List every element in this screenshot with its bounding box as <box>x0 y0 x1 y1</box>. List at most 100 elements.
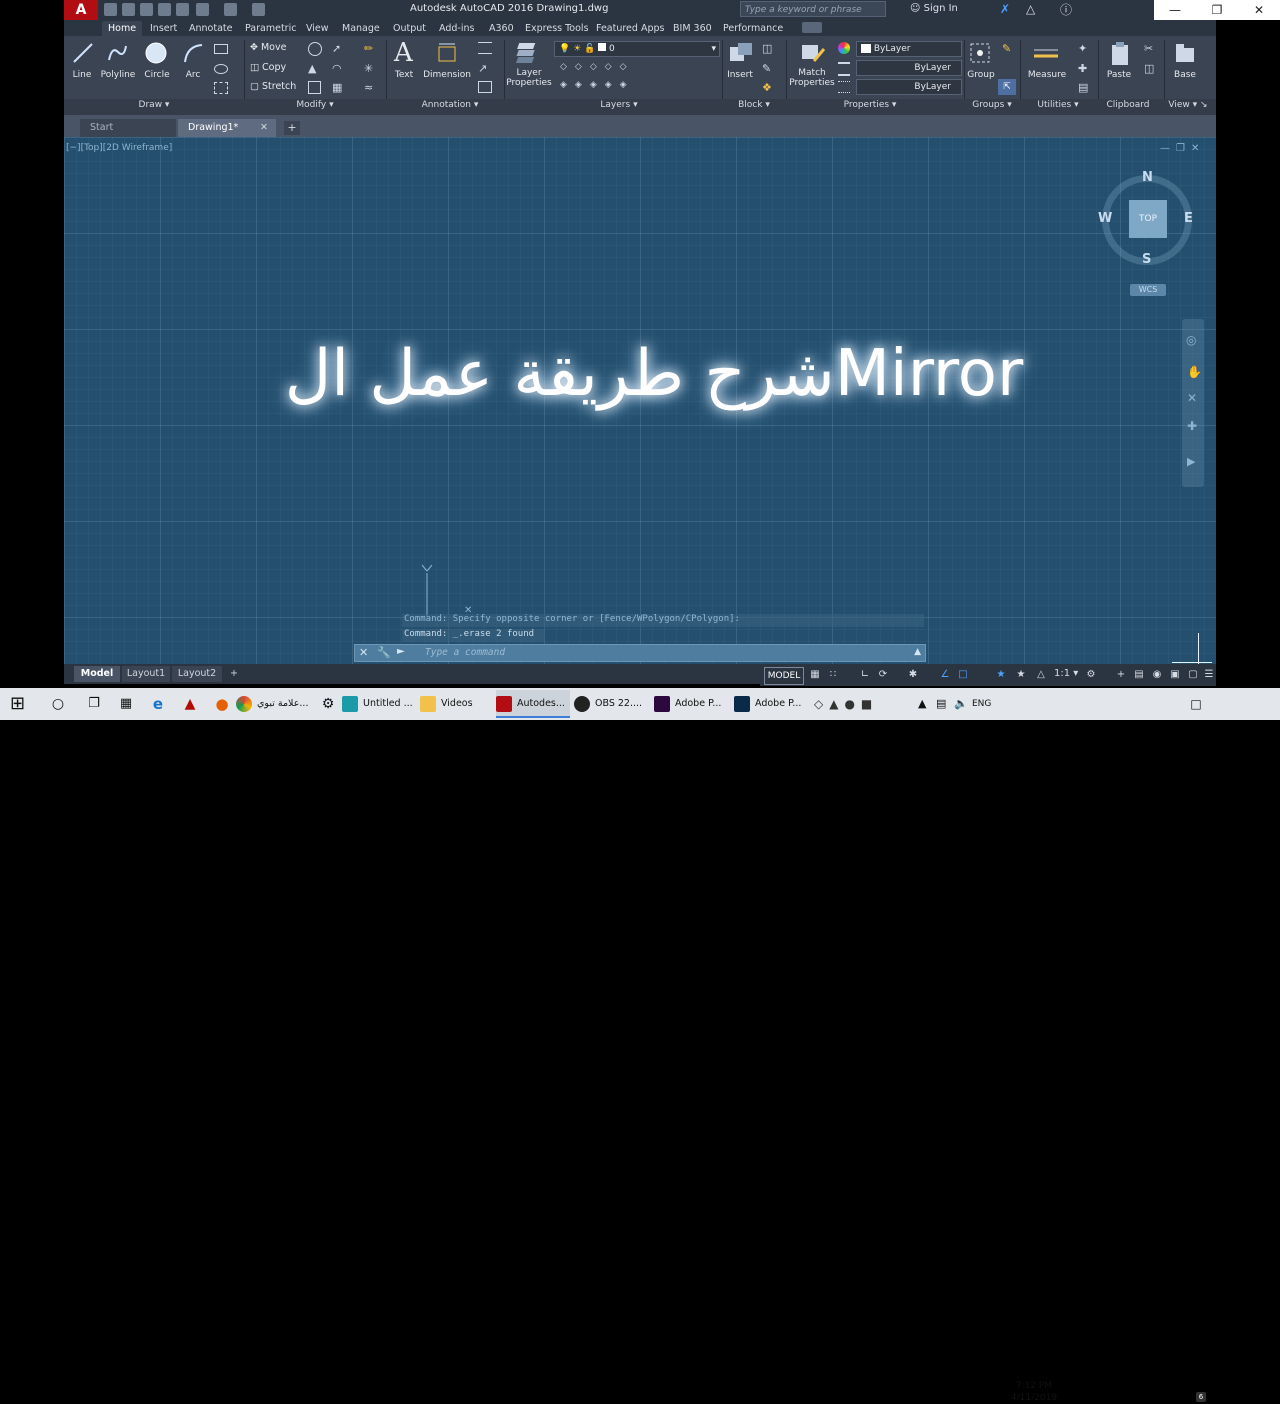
calculator-app-icon[interactable]: ▦ <box>112 690 140 718</box>
circle-button[interactable]: Circle <box>140 70 174 80</box>
explode-icon[interactable]: ✳ <box>364 62 373 75</box>
tab-add-ins[interactable]: Add-ins <box>439 21 474 36</box>
system-tray-icons[interactable]: ◇▲●■ <box>814 690 914 718</box>
command-history-toggle-icon[interactable]: ▲ <box>914 647 921 657</box>
viewport-controls[interactable]: [−][Top][2D Wireframe] <box>66 143 172 153</box>
cut-icon[interactable]: ✂ <box>1144 42 1153 55</box>
vp-restore-icon[interactable]: ❐ <box>1176 143 1191 154</box>
autocad-logo-button[interactable]: A <box>64 0 98 20</box>
command-prompt-icon[interactable]: ► <box>397 646 405 657</box>
redo-icon[interactable] <box>224 3 237 16</box>
annotation-scale-icon[interactable]: △ <box>1034 668 1048 682</box>
line-icon[interactable] <box>72 42 94 64</box>
command-close-icon[interactable]: ✕ <box>359 646 368 659</box>
settings-icon[interactable]: ⚙ <box>314 690 342 718</box>
taskbar-autocad[interactable]: Autodes... <box>496 690 570 718</box>
arc-icon[interactable] <box>182 42 204 64</box>
exchange-icon[interactable]: ✗ <box>1000 2 1010 16</box>
minimize-icon[interactable]: — <box>1154 1 1196 19</box>
help-icon[interactable]: ⓘ <box>1060 1 1072 18</box>
pan-icon[interactable]: ✋ <box>1187 365 1202 379</box>
taskbar-videos[interactable]: Videos <box>420 690 494 718</box>
tab-performance[interactable]: Performance <box>723 21 783 36</box>
command-input[interactable]: Type a command <box>425 647 505 658</box>
firefox-icon[interactable]: ● <box>208 690 236 718</box>
tab-annotate[interactable]: Annotate <box>189 21 232 36</box>
leader-icon[interactable]: ↗ <box>478 62 487 75</box>
erase-icon[interactable]: ✏ <box>364 42 373 55</box>
clock[interactable]: 7:12 PM 4/11/2019 <box>1002 1380 1066 1404</box>
tab-express-tools[interactable]: Express Tools <box>525 21 589 36</box>
auto-scale-icon[interactable]: ★ <box>1014 668 1028 682</box>
move-button[interactable]: ✥ Move <box>250 42 286 53</box>
mirror-icon[interactable]: ▲ <box>308 62 316 75</box>
acrobat-icon[interactable]: ▲ <box>176 690 204 718</box>
edit-block-icon[interactable]: ✎ <box>762 62 771 75</box>
orbit-icon[interactable]: ✚ <box>1187 419 1197 433</box>
taskbar-chrome[interactable]: علامة تبوي... <box>236 690 310 718</box>
linear-dim-icon[interactable] <box>478 42 492 54</box>
tab-start[interactable]: Start <box>80 119 176 137</box>
edge-icon[interactable]: e <box>144 690 172 718</box>
object-snap-icon[interactable]: □ <box>956 668 970 682</box>
match-properties-button[interactable]: Match Properties <box>788 68 836 88</box>
units-icon[interactable]: ▤ <box>1132 668 1146 682</box>
quick-select-icon[interactable]: ✦ <box>1078 42 1087 55</box>
open-icon[interactable] <box>122 3 135 16</box>
tab-layout2[interactable]: Layout2 <box>172 666 222 682</box>
calculator-icon[interactable]: ▤ <box>1078 81 1088 94</box>
zoom-icon[interactable]: ✕ <box>1187 391 1197 405</box>
layer-properties-button[interactable]: Layer Properties <box>504 68 554 88</box>
match-properties-icon[interactable] <box>800 41 826 65</box>
model-space-button[interactable]: MODEL <box>764 667 804 685</box>
taskbar-obs[interactable]: OBS 22.... <box>574 690 650 718</box>
action-center-icon[interactable]: □ <box>1186 690 1206 718</box>
polyline-icon[interactable] <box>106 42 128 64</box>
sign-in-button[interactable]: ☺ Sign In <box>910 3 958 14</box>
new-tab-icon[interactable]: + <box>284 121 300 135</box>
array-icon[interactable]: ▦ <box>332 81 342 94</box>
properties-panel-label[interactable]: Properties ▾ <box>830 100 910 112</box>
rotate-icon[interactable] <box>308 42 322 56</box>
vp-close-icon[interactable]: ✕ <box>1191 143 1205 154</box>
table-icon[interactable] <box>478 81 492 93</box>
clipboard-panel-label[interactable]: Clipboard <box>1098 100 1158 112</box>
viewport-window-controls[interactable]: —❐✕ <box>1160 143 1205 154</box>
viewcube-top-face[interactable]: TOP <box>1129 200 1167 238</box>
workspace-gear-icon[interactable]: ⚙ <box>1084 668 1098 682</box>
group-selection-icon[interactable]: ⇱ <box>998 79 1016 95</box>
save-as-icon[interactable] <box>158 3 171 16</box>
showmotion-icon[interactable]: ▶ <box>1187 455 1195 468</box>
tab-parametric[interactable]: Parametric <box>245 21 296 36</box>
a360-icon[interactable]: △ <box>1026 2 1035 16</box>
tab-output[interactable]: Output <box>393 21 426 36</box>
isodraft-icon[interactable]: ✱ <box>906 668 920 682</box>
copy-button[interactable]: ◫ Copy <box>250 62 286 73</box>
hatch-icon[interactable] <box>214 82 228 94</box>
save-icon[interactable] <box>140 3 153 16</box>
grid-icon[interactable]: ▦ <box>808 668 822 682</box>
object-snap-tracking-icon[interactable]: ∠ <box>938 668 952 682</box>
polyline-button[interactable]: Polyline <box>98 70 138 80</box>
group-icon[interactable] <box>968 41 992 65</box>
stretch-button[interactable]: ▢ Stretch <box>250 81 296 92</box>
tray-expand-icon[interactable]: ▲ <box>918 690 926 718</box>
polar-icon[interactable]: ⟳ <box>876 668 890 682</box>
tab-view[interactable]: View <box>306 21 329 36</box>
taskbar-premiere[interactable]: Adobe P... <box>654 690 730 718</box>
customize-icon[interactable] <box>252 3 265 16</box>
undo-icon[interactable] <box>196 3 209 16</box>
annotation-monitor-icon[interactable]: + <box>1114 668 1128 682</box>
network-icon[interactable]: ▤ <box>936 690 946 718</box>
steering-wheel-icon[interactable]: ◎ <box>1186 333 1196 347</box>
ungroup-icon[interactable]: ✎ <box>1002 42 1011 55</box>
measure-button[interactable]: Measure <box>1026 70 1068 80</box>
layer-tools-row2[interactable]: ◈◈◈◈◈ <box>560 80 680 92</box>
base-button[interactable]: Base <box>1168 70 1202 80</box>
volume-icon[interactable]: 🔈 <box>954 690 968 718</box>
trim-icon[interactable]: ➚ <box>332 42 341 55</box>
groups-panel-label[interactable]: Groups ▾ <box>964 100 1020 112</box>
text-icon[interactable]: A <box>394 38 413 68</box>
language-indicator[interactable]: ENG <box>972 690 991 718</box>
arc-button[interactable]: Arc <box>178 70 208 80</box>
